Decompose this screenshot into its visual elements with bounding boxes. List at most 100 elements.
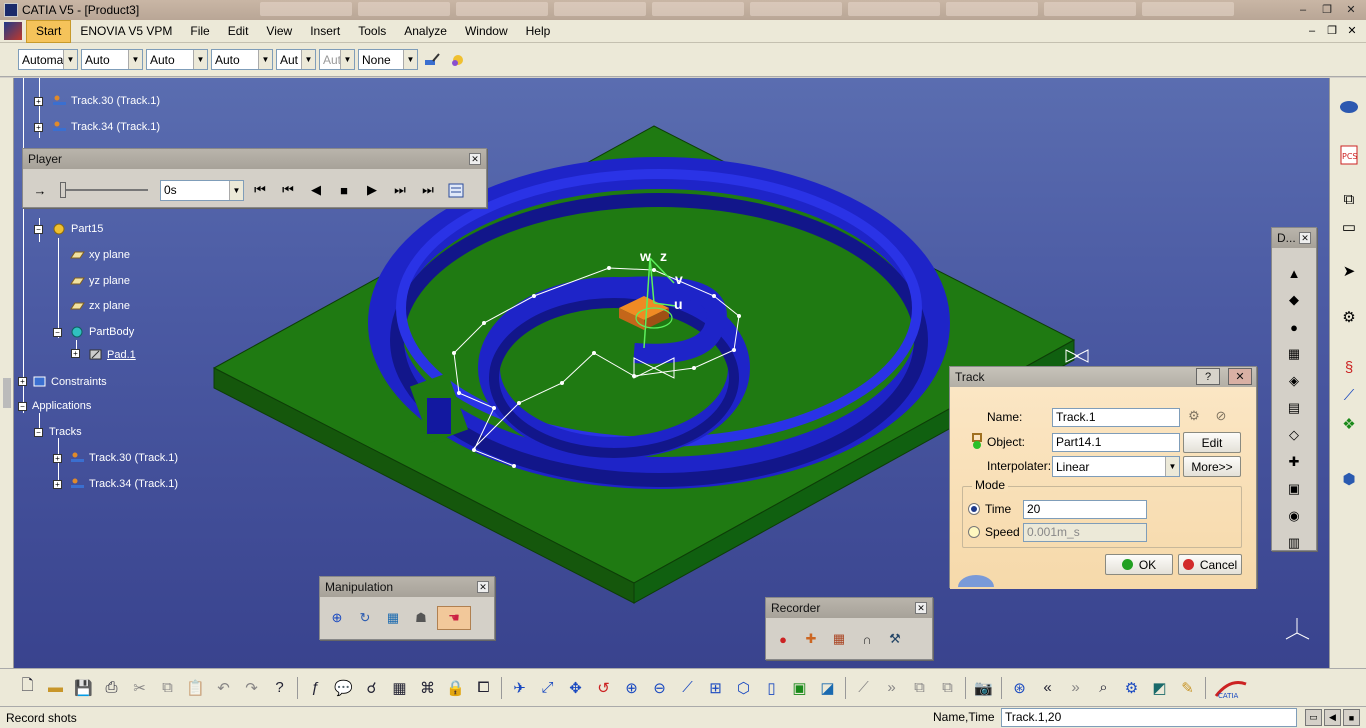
new-icon[interactable]: 🗋 (14, 675, 41, 701)
manipulate-axis-icon[interactable]: ⊕ (325, 606, 349, 630)
tree-expand-toggle[interactable]: + (53, 454, 62, 463)
menu-edit[interactable]: Edit (219, 21, 258, 42)
color-combo[interactable]: Automa ▼ (18, 49, 78, 70)
tree-item-track30[interactable]: Track.30 (Track.1) (70, 451, 178, 464)
shuttle-icon[interactable]: ▦ (1281, 341, 1307, 367)
normal-view-icon[interactable]: ⟋ (674, 675, 701, 701)
fly-icon[interactable]: ✈ (506, 675, 533, 701)
lock-icon[interactable]: 🔒 (442, 675, 469, 701)
add-shot-icon[interactable]: ✚ (799, 627, 823, 651)
maximize-button[interactable]: ❐ (1316, 1, 1338, 18)
step-back-icon[interactable]: ⏮ (276, 178, 300, 202)
menu-window[interactable]: Window (456, 21, 517, 42)
point-type-combo[interactable]: Aut ▼ (276, 49, 316, 70)
sectioning-icon[interactable]: ▣ (1281, 476, 1307, 502)
object-field[interactable]: Part14.1 (1052, 433, 1180, 452)
time-radio[interactable] (968, 503, 980, 515)
jump-start-icon[interactable]: ⏮ (248, 178, 272, 202)
tree-item-zx-plane[interactable]: zx plane (70, 299, 130, 312)
tree-item-pad1[interactable]: Pad.1 (88, 348, 136, 361)
command-dock-icon[interactable]: ▭ (1305, 709, 1322, 726)
hand-icon[interactable]: ☚ (437, 606, 471, 630)
name-field[interactable]: Track.1 (1052, 408, 1180, 427)
manipulation-close-icon[interactable]: ✕ (477, 581, 489, 593)
cube-set-icon[interactable]: ❖ (1338, 413, 1360, 435)
edit-button[interactable]: Edit (1183, 432, 1241, 453)
tree-item-track30-top[interactable]: Track.30 (Track.1) (52, 94, 160, 107)
magic-wand-icon[interactable] (446, 49, 468, 71)
play-forward-icon[interactable]: ▶ (360, 178, 384, 202)
tree-item-yz-plane[interactable]: yz plane (70, 274, 130, 287)
gear-drop-icon[interactable]: ⚙ (1338, 306, 1360, 328)
command-stop-icon[interactable]: ■ (1343, 709, 1360, 726)
d-toolbar-close-icon[interactable]: ✕ (1299, 232, 1311, 244)
track-icon[interactable]: ◆ (1281, 287, 1307, 313)
knowledge-icon[interactable]: ☌ (358, 675, 385, 701)
rotate-icon[interactable]: ↺ (590, 675, 617, 701)
light-icon[interactable]: ✎ (1174, 675, 1201, 701)
menu-enovia[interactable]: ENOVIA V5 VPM (71, 21, 181, 42)
snap-icon[interactable]: ⟋ (850, 675, 877, 701)
distance-icon[interactable]: ✚ (1281, 449, 1307, 475)
doc-close-button[interactable]: ✕ (1344, 23, 1360, 38)
jump-end-icon[interactable]: ⏭ (416, 178, 440, 202)
tree-item-constraints[interactable]: Constraints (32, 375, 107, 388)
command-collapse-icon[interactable]: ◀ (1324, 709, 1341, 726)
target-icon[interactable]: ⊛ (1006, 675, 1033, 701)
menu-file[interactable]: File (181, 21, 218, 42)
table-icon[interactable]: ▦ (386, 675, 413, 701)
copy-icon[interactable]: ⧉ (154, 675, 181, 701)
undo-icon[interactable]: ↶ (210, 675, 237, 701)
whats-this-icon[interactable]: ? (266, 675, 293, 701)
tree-collapse-toggle[interactable]: − (34, 428, 43, 437)
ok-button[interactable]: OK (1105, 554, 1173, 575)
formula-icon[interactable]: ƒ (302, 675, 329, 701)
simulation-icon[interactable]: ▲ (1281, 260, 1307, 286)
zoom-out-icon[interactable]: ⊖ (646, 675, 673, 701)
step-forward-icon[interactable]: ⏭ (388, 178, 412, 202)
d-toolbar-titlebar[interactable]: D... ✕ (1272, 228, 1316, 248)
stop-icon[interactable]: ■ (332, 178, 356, 202)
cut-icon[interactable]: ✂ (126, 675, 153, 701)
redo-icon[interactable]: ↷ (238, 675, 265, 701)
step-arrow-icon[interactable]: → (28, 178, 52, 202)
paste-node-icon[interactable]: ⧉ (934, 675, 961, 701)
swap-icon[interactable]: ▣ (786, 675, 813, 701)
doc-restore-button[interactable]: ❐ (1324, 23, 1340, 38)
interpolater-combo[interactable]: Linear ▼ (1052, 456, 1180, 477)
tree-scrollbar[interactable] (0, 78, 14, 668)
tree-expand-toggle[interactable]: + (18, 377, 27, 386)
camera-icon[interactable]: 📷 (970, 675, 997, 701)
apply-icon[interactable]: ⧉ (1338, 188, 1360, 210)
tree-collapse-toggle[interactable]: − (53, 328, 62, 337)
clash-icon[interactable]: ◇ (1281, 422, 1307, 448)
player-parameters-icon[interactable] (444, 178, 468, 202)
play-backward-icon[interactable]: ◀ (304, 178, 328, 202)
record-shot-icon[interactable]: ● (771, 627, 795, 651)
video-icon[interactable]: ▥ (1281, 530, 1307, 556)
dice-icon[interactable]: ⬢ (1338, 468, 1360, 490)
transparency-combo[interactable]: Auto ▼ (81, 49, 143, 70)
stacked-parts-icon[interactable]: ☗ (409, 606, 433, 630)
tree-expand-toggle[interactable]: + (53, 480, 62, 489)
layer-combo[interactable]: None ▼ (358, 49, 418, 70)
dialog-close-icon[interactable]: ✕ (1228, 368, 1252, 385)
tree-item-track34[interactable]: Track.34 (Track.1) (70, 477, 178, 490)
track-option-icon[interactable]: ⚙ (1182, 404, 1206, 428)
swept-volume-icon[interactable]: ◈ (1281, 368, 1307, 394)
spring-icon[interactable]: § (1338, 356, 1360, 378)
player-close-icon[interactable]: ✕ (469, 153, 481, 165)
collapse-icon[interactable]: « (1034, 675, 1061, 701)
tree-expand-toggle[interactable]: + (71, 349, 80, 358)
iso-view-icon[interactable]: ⬡ (730, 675, 757, 701)
tree-collapse-toggle[interactable]: − (34, 225, 43, 234)
menu-insert[interactable]: Insert (301, 21, 349, 42)
axis-icon[interactable]: ⟋ (1338, 384, 1360, 406)
track-dialog-titlebar[interactable]: Track ? ✕ (950, 367, 1256, 387)
multi-view-icon[interactable]: ⊞ (702, 675, 729, 701)
time-combo[interactable]: 0s ▼ (160, 179, 244, 201)
expand-icon[interactable]: » (1062, 675, 1089, 701)
tree-icon[interactable]: ⌘ (414, 675, 441, 701)
doc-minimize-button[interactable]: – (1304, 23, 1320, 38)
tree-expand-toggle[interactable]: + (34, 123, 43, 132)
